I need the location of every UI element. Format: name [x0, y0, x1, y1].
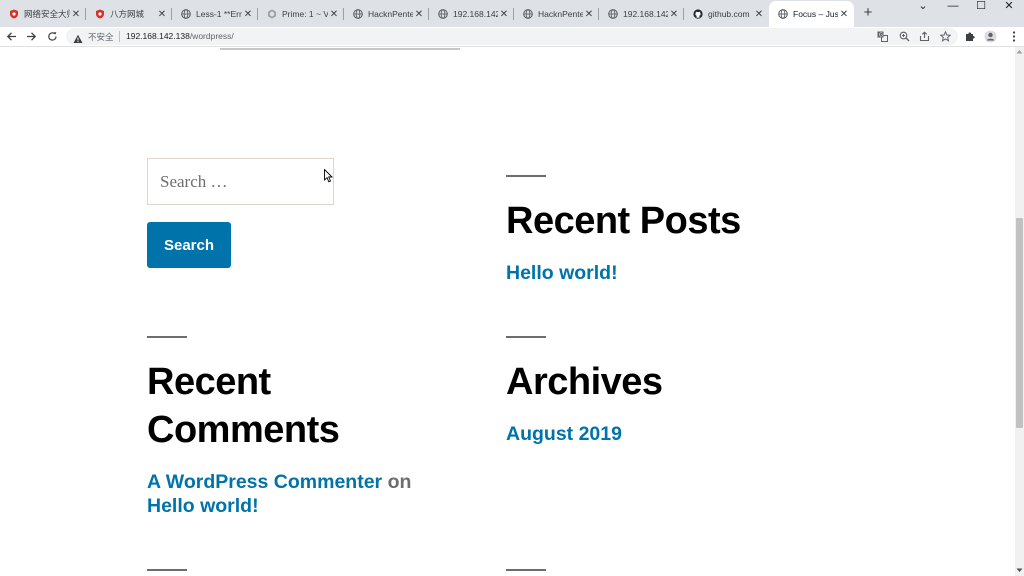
page-content: Search … Search Recent Posts Hello world…: [0, 47, 1015, 576]
tab-4[interactable]: Prime: 1 ~ VulnHub ✕: [258, 3, 344, 25]
globe-icon: [181, 9, 191, 19]
close-icon[interactable]: ✕: [838, 9, 850, 20]
globe-icon: [438, 9, 448, 19]
zoom-icon[interactable]: [898, 30, 910, 42]
close-icon[interactable]: ✕: [668, 9, 680, 20]
tab-8[interactable]: 192.168.142.138 ✕: [599, 3, 684, 25]
security-status[interactable]: 不安全: [88, 31, 114, 43]
translate-icon[interactable]: G: [876, 30, 888, 42]
tab-title: 192.168.142.138: [623, 9, 668, 19]
github-icon: [693, 9, 703, 19]
tab-strip: 网络安全大师 ✕ 八方网城 ✕ Less-1 **Error Based ✕ P…: [0, 0, 1024, 27]
close-icon[interactable]: ✕: [583, 9, 595, 20]
forward-button[interactable]: [24, 29, 39, 44]
divider: [506, 569, 546, 571]
divider: [506, 336, 546, 338]
tab-3[interactable]: Less-1 **Error Based ✕: [172, 3, 258, 25]
close-icon[interactable]: ✕: [328, 9, 340, 20]
url-path: /wordpress/: [189, 31, 234, 41]
puzzle-icon: [966, 32, 975, 41]
divider: [147, 336, 187, 338]
tab-title: 网络安全大师: [24, 9, 70, 19]
kebab-menu-icon: [1012, 31, 1015, 42]
comment-post-link[interactable]: Hello world!: [147, 494, 259, 518]
close-window-button[interactable]: ✕: [994, 0, 1024, 13]
tab-9[interactable]: github.com ✕: [684, 3, 769, 25]
tab-title: 192.168.142.138: [453, 9, 498, 19]
comment-entry: A WordPress Commenter on: [147, 470, 411, 494]
share-icon[interactable]: [918, 30, 930, 42]
address-bar[interactable]: 不安全 192.168.142.138/wordpress/ G: [66, 28, 958, 45]
comment-connector: on: [387, 471, 412, 493]
extensions-button[interactable]: [963, 29, 978, 44]
scrollbar-thumb[interactable]: [1016, 218, 1023, 428]
url-host: 192.168.142.138: [126, 31, 190, 41]
hexagon-icon: [267, 9, 277, 19]
tab-title: HacknPentest: [368, 9, 413, 19]
tab-5[interactable]: HacknPentest ✕: [344, 3, 429, 25]
tab-2[interactable]: 八方网城 ✕: [86, 3, 172, 25]
recent-post-link[interactable]: Hello world!: [506, 261, 618, 285]
tab-title: github.com: [708, 9, 750, 19]
divider: [147, 569, 187, 571]
avatar-icon: [984, 30, 997, 43]
clipped-text-above: [220, 47, 480, 51]
search-button[interactable]: Search: [147, 222, 231, 268]
tab-10-active[interactable]: Focus – Just another WordPress site ✕: [769, 1, 854, 27]
tab-1[interactable]: 网络安全大师 ✕: [0, 3, 86, 25]
tab-title: Focus – Just another WordPress site: [793, 9, 838, 19]
back-button[interactable]: [4, 29, 19, 44]
bookmark-star-icon[interactable]: [939, 30, 951, 42]
tab-search-button[interactable]: ⌄: [908, 0, 938, 13]
reload-icon: [48, 32, 57, 41]
browser-toolbar: 不安全 192.168.142.138/wordpress/ G: [0, 27, 1024, 46]
recent-posts-heading: Recent Posts: [506, 200, 741, 242]
page-scrollbar[interactable]: [1015, 47, 1024, 576]
search-input[interactable]: Search …: [147, 158, 334, 205]
archives-heading: Archives: [506, 361, 663, 403]
profile-button[interactable]: [983, 29, 998, 44]
scroll-down-arrow-icon[interactable]: [1015, 568, 1024, 574]
globe-icon: [778, 9, 788, 19]
arrow-right-icon: [27, 32, 37, 41]
scroll-up-arrow-icon[interactable]: [1015, 49, 1024, 55]
globe-icon: [523, 9, 533, 19]
tab-title: HacknPentest: [538, 9, 583, 19]
tab-title: 八方网城: [110, 9, 145, 19]
recent-comments-heading-line2: Comments: [147, 409, 340, 451]
globe-icon: [353, 9, 363, 19]
close-icon[interactable]: ✕: [413, 9, 425, 20]
maximize-button[interactable]: ☐: [966, 0, 996, 13]
mouse-cursor-icon: [324, 169, 333, 183]
reload-button[interactable]: [45, 29, 60, 44]
globe-icon: [608, 9, 618, 19]
archive-link[interactable]: August 2019: [506, 422, 622, 446]
url-text[interactable]: 192.168.142.138/wordpress/: [126, 31, 234, 41]
arrow-left-icon: [6, 32, 16, 41]
shield-red-icon: [95, 9, 105, 19]
tab-title: Prime: 1 ~ VulnHub: [282, 9, 328, 19]
tab-6[interactable]: 192.168.142.138 ✕: [429, 3, 514, 25]
divider: [506, 175, 546, 177]
close-icon[interactable]: ✕: [498, 9, 510, 20]
recent-comments-heading-line1: Recent: [147, 361, 271, 403]
minimize-button[interactable]: —: [938, 0, 968, 13]
close-icon[interactable]: ✕: [242, 9, 254, 20]
shield-red-icon: [9, 9, 19, 19]
new-tab-button[interactable]: +: [861, 5, 875, 20]
menu-button[interactable]: [1006, 29, 1021, 44]
tab-7[interactable]: HacknPentest ✕: [514, 3, 599, 25]
comment-author-link[interactable]: A WordPress Commenter: [147, 471, 382, 493]
close-icon[interactable]: ✕: [70, 9, 82, 20]
svg-text:G: G: [879, 32, 883, 38]
close-icon[interactable]: ✕: [753, 9, 765, 20]
close-icon[interactable]: ✕: [156, 9, 168, 20]
tab-title: Less-1 **Error Based: [196, 9, 242, 19]
